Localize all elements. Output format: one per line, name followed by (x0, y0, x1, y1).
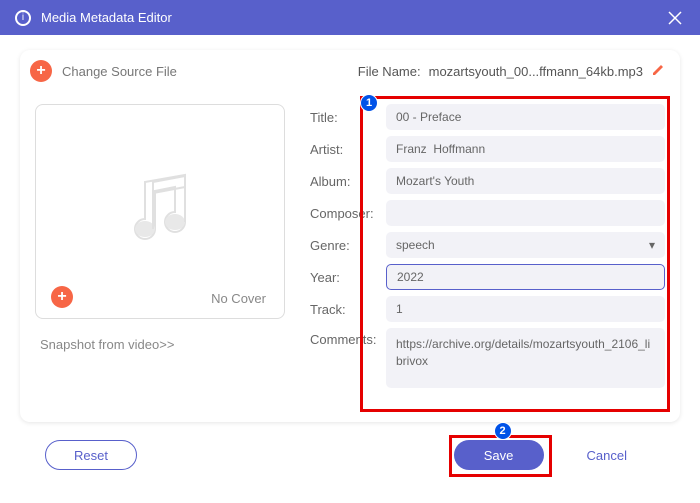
titlebar: i Media Metadata Editor (0, 0, 700, 35)
file-name-value: mozartsyouth_00...ffmann_64kb.mp3 (429, 64, 643, 79)
reset-button[interactable]: Reset (45, 440, 137, 470)
change-source-button[interactable]: + Change Source File (30, 60, 177, 82)
close-button[interactable] (665, 8, 685, 28)
composer-row: Composer: (310, 200, 665, 226)
album-input[interactable] (386, 168, 665, 194)
genre-select[interactable]: speech ▾ (386, 232, 665, 258)
artist-label: Artist: (310, 142, 376, 157)
comments-row: Comments: https://archive.org/details/mo… (310, 328, 665, 388)
title-input[interactable] (386, 104, 665, 130)
info-icon: i (15, 10, 31, 26)
chevron-down-icon: ▾ (649, 238, 655, 252)
genre-label: Genre: (310, 238, 376, 253)
year-input[interactable] (386, 264, 665, 290)
comments-input[interactable]: https://archive.org/details/mozartsyouth… (386, 328, 665, 388)
inner-panel: + Change Source File File Name: mozartsy… (20, 50, 680, 422)
window-title: Media Metadata Editor (41, 10, 665, 25)
track-row: Track: (310, 296, 665, 322)
bottom-row: Reset 2 Save Cancel (20, 422, 680, 488)
file-name-area: File Name: mozartsyouth_00...ffmann_64kb… (358, 63, 665, 80)
year-label: Year: (310, 270, 376, 285)
main-area: + No Cover Snapshot from video>> 1 Title… (25, 94, 675, 417)
track-input[interactable] (386, 296, 665, 322)
window: i Media Metadata Editor + Change Source … (0, 0, 700, 503)
annotation-marker-1: 1 (360, 94, 378, 112)
album-label: Album: (310, 174, 376, 189)
save-button[interactable]: Save (454, 440, 544, 470)
cover-column: + No Cover Snapshot from video>> (35, 104, 285, 407)
artist-input[interactable] (386, 136, 665, 162)
cancel-button[interactable]: Cancel (559, 440, 655, 470)
metadata-form: Title: Artist: Album: Composer: (310, 104, 665, 388)
pencil-icon (651, 63, 665, 77)
track-label: Track: (310, 302, 376, 317)
composer-input[interactable] (386, 200, 665, 226)
genre-value: speech (396, 238, 435, 252)
composer-label: Composer: (310, 206, 376, 221)
year-row: Year: (310, 264, 665, 290)
genre-row: Genre: speech ▾ (310, 232, 665, 258)
snapshot-from-video-link[interactable]: Snapshot from video>> (35, 337, 285, 352)
add-cover-button[interactable]: + (51, 286, 73, 308)
artist-row: Artist: (310, 136, 665, 162)
edit-filename-button[interactable] (651, 63, 665, 80)
form-column: 1 Title: Artist: Album: (310, 104, 665, 407)
annotation-marker-2: 2 (494, 422, 512, 440)
right-buttons: 2 Save Cancel (454, 440, 655, 470)
plus-icon: + (30, 60, 52, 82)
cover-box: + No Cover (35, 104, 285, 319)
album-row: Album: (310, 168, 665, 194)
file-name-label: File Name: (358, 64, 421, 79)
close-icon (668, 11, 682, 25)
top-row: + Change Source File File Name: mozartsy… (25, 55, 675, 94)
change-source-label: Change Source File (62, 64, 177, 79)
music-note-icon (115, 167, 205, 257)
comments-label: Comments: (310, 328, 376, 347)
content-area: + Change Source File File Name: mozartsy… (0, 35, 700, 503)
no-cover-label: No Cover (211, 291, 266, 306)
